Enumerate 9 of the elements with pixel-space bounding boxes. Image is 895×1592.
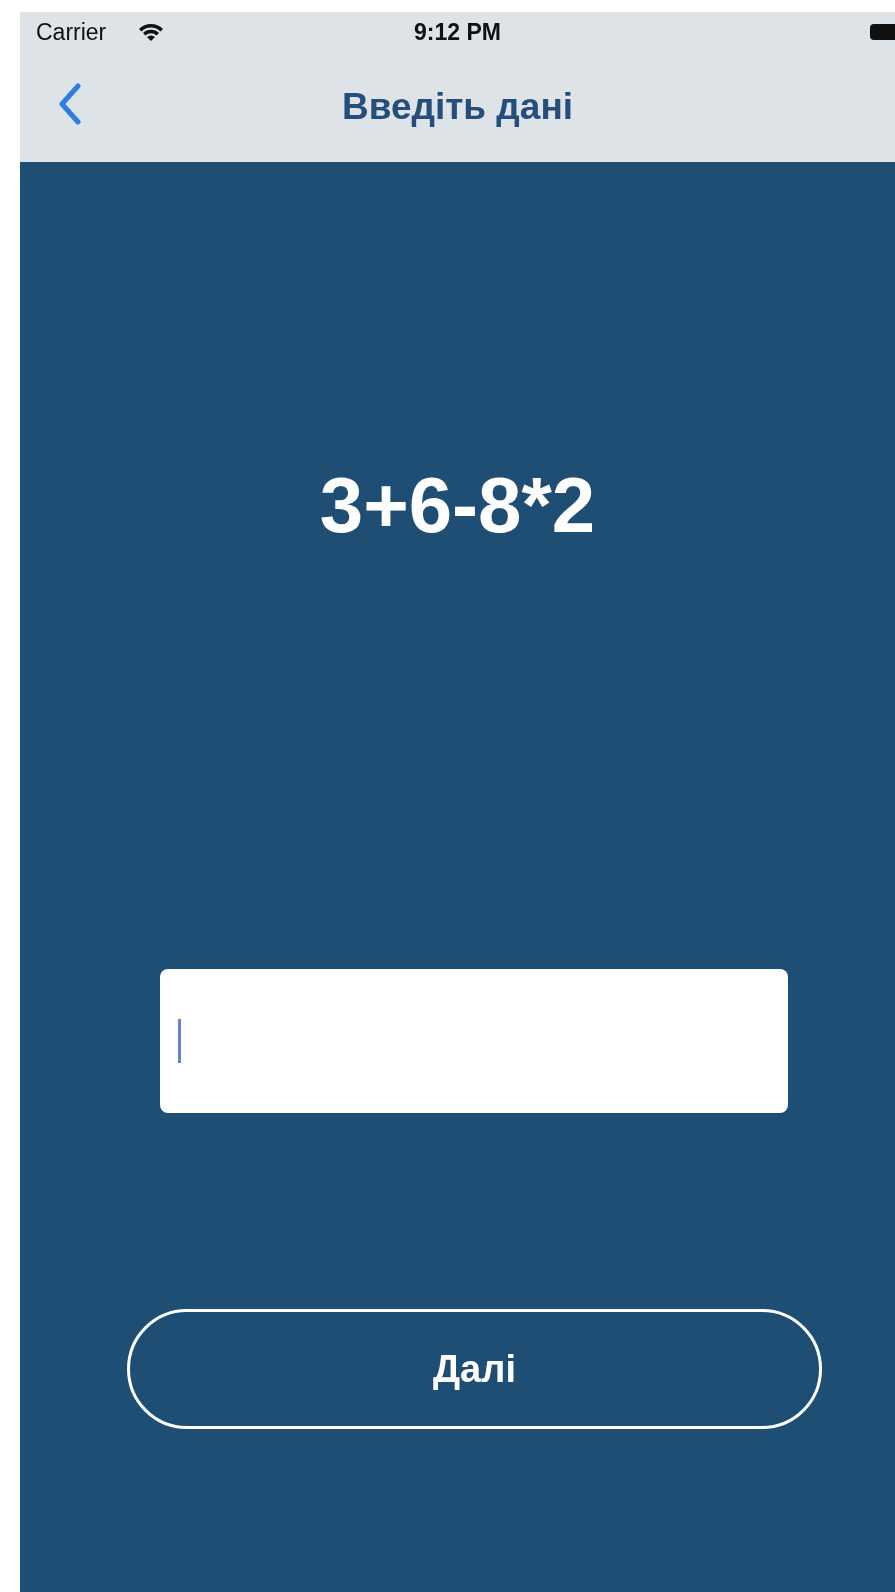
answer-field[interactable]: [160, 969, 788, 1113]
battery-icon: [870, 24, 895, 40]
screen-title: Введіть дані: [341, 86, 574, 128]
back-chevron-icon: [58, 82, 82, 125]
math-expression: 3+6-8*2: [319, 460, 596, 551]
wifi-icon: [138, 22, 164, 42]
status-time: 9:12 PM: [414, 18, 501, 46]
next-button[interactable]: Далі: [127, 1309, 822, 1429]
carrier-label: Carrier: [36, 18, 107, 46]
